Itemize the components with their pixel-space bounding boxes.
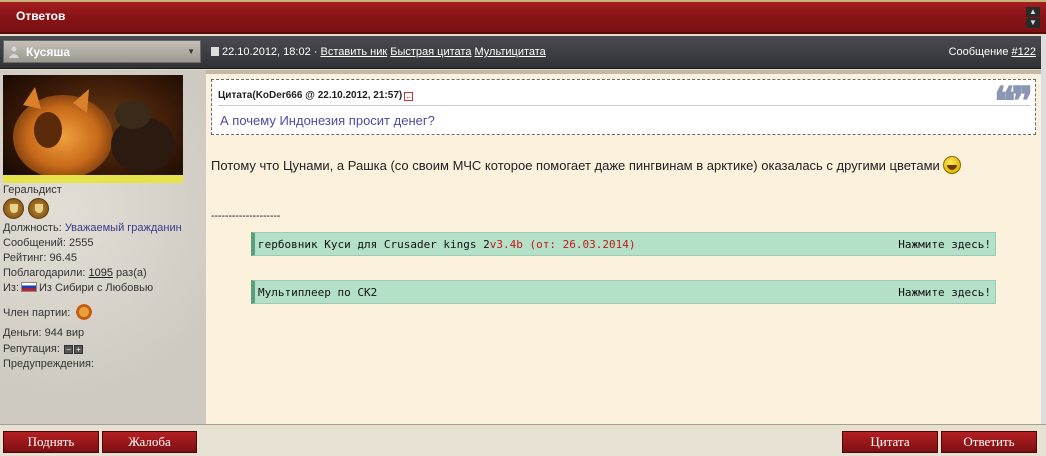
- quote-block: Цитата(KoDer666 @ 22.10.2012, 21:57) ← ❝❞…: [211, 78, 1036, 135]
- post-actions-bar: Поднять Жалоба Цитата Ответить: [0, 424, 1046, 456]
- avatar[interactable]: [3, 75, 183, 183]
- warnings-label: Предупреждения:: [3, 358, 95, 370]
- raise-button[interactable]: Поднять: [3, 431, 99, 453]
- medal-icon[interactable]: [28, 198, 49, 219]
- spoiler-block[interactable]: Мультиплеер по СК2 Нажмите здесь!: [251, 280, 996, 304]
- reply-button[interactable]: Ответить: [941, 431, 1037, 453]
- user-title: Геральдист: [3, 184, 62, 196]
- medals: [3, 198, 49, 219]
- spoiler-title: гербовник Куси для Crusader kings 2v3.4b…: [258, 238, 636, 251]
- spoiler-text: Мультиплеер по СК2: [258, 286, 378, 299]
- messages-count: Сообщений: 2555: [3, 237, 94, 249]
- reputation-plus-button[interactable]: +: [73, 345, 83, 354]
- spoiler-block[interactable]: гербовник Куси для Crusader kings 2v3.4b…: [251, 232, 996, 256]
- post-body-text: Потому что Цунами, а Рашка (со своим МЧС…: [211, 158, 940, 173]
- message-label: Сообщение: [948, 46, 1009, 58]
- reputation-row: Репутация: − +: [3, 343, 83, 355]
- collapse-toggle[interactable]: ▲ ▼: [1026, 7, 1040, 28]
- quote-author: Цитата(KoDer666 @ 22.10.2012, 21:57): [218, 90, 403, 101]
- signature-separator: --------------------: [211, 210, 281, 222]
- position-label: Должность:: [3, 222, 62, 234]
- reputation-minus-button[interactable]: −: [63, 345, 73, 354]
- post-header: Кусяша ▼ 22.10.2012, 18:02 · Вставить ни…: [0, 36, 1046, 69]
- spoiler-toggle[interactable]: Нажмите здесь!: [898, 286, 991, 299]
- post-body: Потому что Цунами, а Рашка (со своим МЧС…: [211, 156, 961, 174]
- laugh-smiley-icon: [942, 156, 961, 174]
- quote-header: Цитата(KoDer666 @ 22.10.2012, 21:57) ←: [218, 90, 414, 101]
- complain-button[interactable]: Жалоба: [102, 431, 197, 453]
- quote-divider: [218, 105, 1030, 106]
- user-menu-dropdown[interactable]: Кусяша ▼: [3, 40, 201, 63]
- position-row: Должность: Уважаемый гражданин: [3, 222, 182, 234]
- user-icon: [9, 46, 19, 58]
- quote-marks-icon: ❝❞: [993, 78, 1033, 125]
- message-number-link[interactable]: #122: [1012, 46, 1036, 58]
- location-value: Из Сибири с Любовью: [39, 282, 154, 294]
- message-number: Сообщение #122: [949, 46, 1036, 58]
- post-date: 22.10.2012, 18:02 ·: [222, 46, 318, 58]
- user-name: Кусяша: [26, 45, 71, 59]
- post-info: 22.10.2012, 18:02 · Вставить ник Быстрая…: [211, 46, 546, 58]
- location-label: Из:: [3, 282, 20, 294]
- spoiler-version: v3.4b (от: 26.03.2014): [489, 238, 636, 251]
- medal-icon[interactable]: [3, 198, 24, 219]
- chevron-up-icon: ▲: [1026, 7, 1040, 17]
- position-value: Уважаемый гражданин: [64, 222, 182, 234]
- money: Деньги: 944 вир: [3, 327, 85, 339]
- thanks-row: Поблагодарили: 1095 раз(а): [3, 267, 147, 279]
- multiquote-link[interactable]: Мультицитата: [475, 46, 546, 58]
- russia-flag-icon: [21, 282, 38, 292]
- post-content: Цитата(KoDer666 @ 22.10.2012, 21:57) ← ❝❞…: [206, 70, 1041, 425]
- quick-quote-link[interactable]: Быстрая цитата: [390, 46, 471, 58]
- document-icon: [211, 47, 219, 56]
- thanks-label: Поблагодарили:: [3, 267, 86, 279]
- insert-nick-link[interactable]: Вставить ник: [320, 46, 387, 58]
- thanks-suffix: раз(а): [116, 267, 147, 279]
- chevron-down-icon: ▼: [187, 47, 195, 56]
- location-row: Из: Из Сибири с Любовью: [3, 282, 153, 294]
- avatar-image: [3, 75, 183, 178]
- spoiler-toggle[interactable]: Нажмите здесь!: [898, 238, 991, 251]
- thanks-count-link[interactable]: 1095: [89, 267, 113, 279]
- rating: Рейтинг: 96.45: [3, 252, 78, 264]
- quote-source-icon[interactable]: ←: [404, 92, 414, 101]
- quote-button[interactable]: Цитата: [842, 431, 938, 453]
- chevron-down-icon: ▼: [1026, 18, 1040, 28]
- party-label: Член партии:: [3, 307, 71, 319]
- quote-text: А почему Индонезия просит денег?: [220, 113, 435, 128]
- user-sidebar: Геральдист Должность: Уважаемый граждани…: [0, 70, 206, 425]
- reputation-label: Репутация:: [3, 343, 60, 355]
- scrollbar[interactable]: [1041, 36, 1046, 424]
- party-emblem-icon[interactable]: [74, 302, 95, 322]
- party-row: Член партии:: [3, 302, 95, 322]
- spoiler-text: гербовник Куси для Crusader kings 2: [258, 238, 490, 251]
- topic-header-bar: Ответов ▲ ▼: [0, 0, 1046, 34]
- spoiler-title: Мультиплеер по СК2: [258, 286, 377, 299]
- topic-header-title: Ответов: [16, 9, 66, 23]
